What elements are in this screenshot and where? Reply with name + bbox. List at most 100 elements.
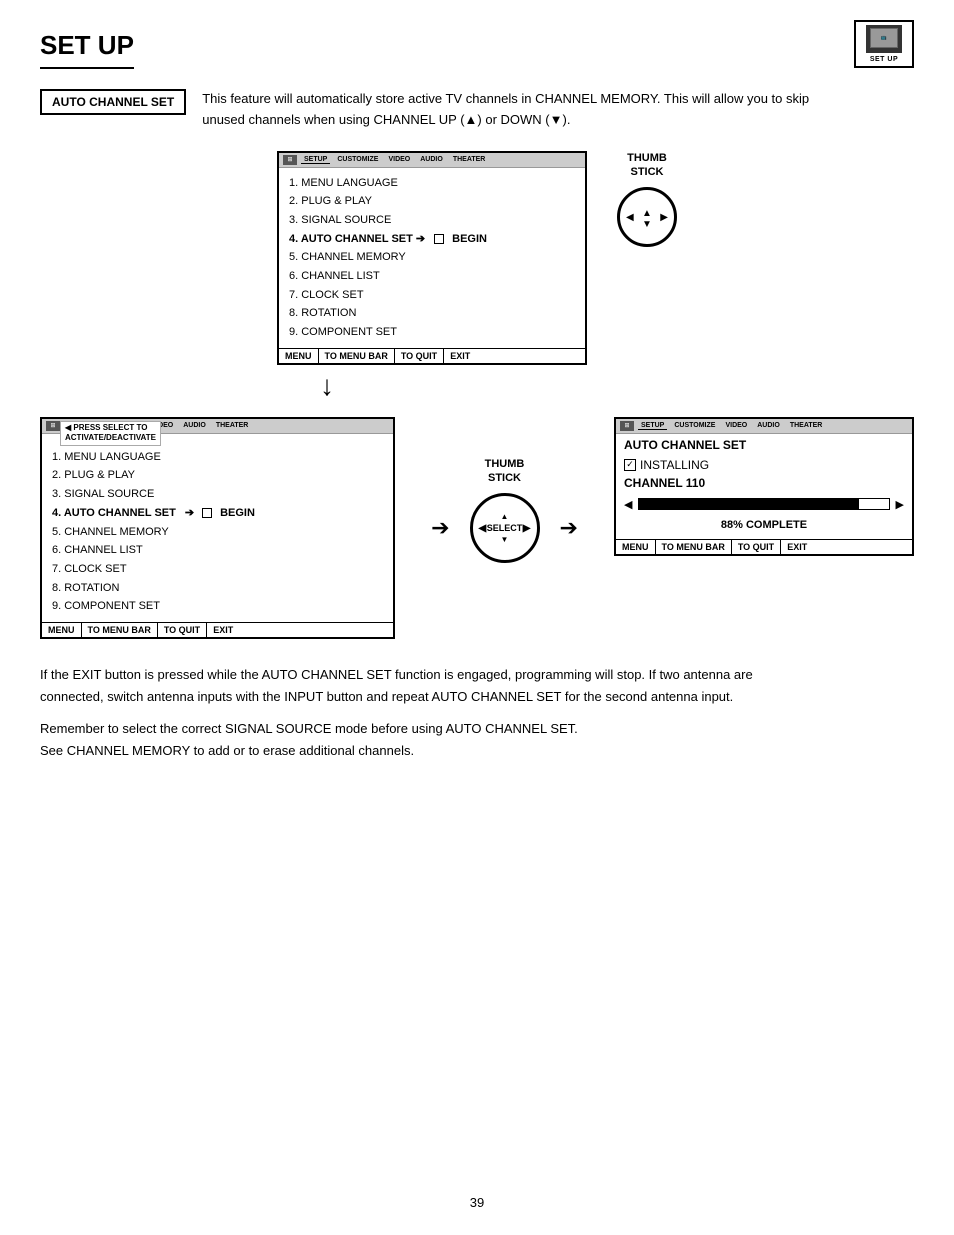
bottom-line4: Remember to select the correct SIGNAL SO… (40, 721, 578, 736)
begin-checkbox (434, 234, 444, 244)
right-tv-footer: MENU TO MENU BAR TO QUIT EXIT (616, 539, 912, 554)
down-arrow: ↓ (320, 370, 334, 402)
channel-number: CHANNEL 110 (616, 476, 912, 494)
complete-text: 88% COMPLETE (616, 515, 912, 539)
top-diagram: ⊞ SETUP CUSTOMIZE VIDEO AUDIO THEATER 1.… (40, 151, 914, 365)
press-select-text: PRESS SELECT TOACTIVATE/DEACTIVATE (65, 423, 156, 442)
select-circle[interactable]: ▲ SELECT ▼ (470, 493, 540, 563)
progress-bar-fill (639, 499, 858, 509)
bottom-text-p2: Remember to select the correct SIGNAL SO… (40, 718, 914, 762)
right-installing-screen: ⊞ SETUP CUSTOMIZE VIDEO AUDIO THEATER AU… (614, 417, 914, 556)
installing-text: INSTALLING (640, 458, 709, 472)
bottom-line2: connected, switch antenna inputs with th… (40, 689, 733, 704)
bl-footer-menu: MENU (42, 623, 82, 637)
menu-item-3: 3. SIGNAL SOURCE (289, 211, 575, 230)
menu-item-7: 7. CLOCK SET (289, 286, 575, 305)
bl-menu-item-9: 9. COMPONENT SET (52, 597, 383, 616)
bl-begin-checkbox (202, 508, 212, 518)
desc-line1: This feature will automatically store ac… (202, 91, 809, 106)
tab-audio: AUDIO (417, 156, 446, 163)
top-tv-screen: ⊞ SETUP CUSTOMIZE VIDEO AUDIO THEATER 1.… (277, 151, 587, 365)
r-tab-theater: THEATER (787, 422, 826, 429)
menu-item-8: 8. ROTATION (289, 304, 575, 323)
bl-menu-item-6: 6. CHANNEL LIST (52, 541, 383, 560)
r-footer-to-menu-bar: TO MENU BAR (656, 540, 732, 554)
bl-menu-item-5: 5. CHANNEL MEMORY (52, 523, 383, 542)
bottom-line1: If the EXIT button is pressed while the … (40, 667, 753, 682)
progress-bar-row: ◀ ▶ (616, 494, 912, 515)
top-tv-header: ⊞ SETUP CUSTOMIZE VIDEO AUDIO THEATER (279, 153, 585, 168)
menu-item-2: 2. PLUG & PLAY (289, 192, 575, 211)
tab-setup: SETUP (301, 156, 330, 164)
bl-menu-item-1: 1. MENU LANGUAGE (52, 448, 383, 467)
select-arrows-row: ➔ ▲ SELECT ▼ ➔ (431, 493, 578, 563)
left-arrow: ➔ (431, 515, 449, 541)
tv-shape: 📺 (866, 25, 902, 53)
arrow-down-section: ↓ (0, 365, 914, 407)
tab-theater: THEATER (450, 156, 489, 163)
setup-icon-label: SET UP (870, 56, 898, 63)
page-title: SET UP (40, 30, 134, 69)
check-icon: ✓ (624, 459, 636, 471)
intro-section: AUTO CHANNEL SET This feature will autom… (40, 89, 914, 131)
auto-channel-set-label: AUTO CHANNEL SET (40, 89, 186, 115)
progress-right-arrow: ▶ (896, 498, 904, 511)
bottom-left-section: ◀ PRESS SELECT TOACTIVATE/DEACTIVATE ⊞ S… (40, 417, 395, 639)
bl-begin-label: BEGIN (220, 504, 255, 523)
footer-to-quit: TO QUIT (395, 349, 444, 363)
r-tab-setup: SETUP (638, 422, 667, 430)
tv-icon-symbol-left: ⊞ (46, 421, 60, 431)
begin-label: BEGIN (452, 230, 487, 249)
menu-item-9: 9. COMPONENT SET (289, 323, 575, 342)
menu-item-1: 1. MENU LANGUAGE (289, 174, 575, 193)
bottom-text-p1: If the EXIT button is pressed while the … (40, 664, 914, 708)
footer-menu: MENU (279, 349, 319, 363)
footer-to-menu-bar: TO MENU BAR (319, 349, 395, 363)
bl-menu-item-7: 7. CLOCK SET (52, 560, 383, 579)
installing-status-row: ✓ INSTALLING (616, 454, 912, 476)
bl-menu-item-8: 8. ROTATION (52, 579, 383, 598)
menu-item-6: 6. CHANNEL LIST (289, 267, 575, 286)
tab-customize: CUSTOMIZE (334, 156, 381, 163)
right-tv-header: ⊞ SETUP CUSTOMIZE VIDEO AUDIO THEATER (616, 419, 912, 434)
bottom-diagram: ◀ PRESS SELECT TOACTIVATE/DEACTIVATE ⊞ S… (40, 417, 914, 639)
bottom-thumb-stick-label: THUMBSTICK (485, 457, 525, 486)
r-tab-customize: CUSTOMIZE (671, 422, 718, 429)
bottom-text-section: If the EXIT button is pressed while the … (40, 664, 914, 762)
bl-menu-item-2: 2. PLUG & PLAY (52, 466, 383, 485)
top-thumb-stick[interactable] (617, 187, 677, 247)
bl-tab-audio: AUDIO (180, 422, 209, 429)
right-arrow: ➔ (560, 515, 578, 541)
page-number: 39 (0, 1195, 954, 1210)
bl-footer-exit: EXIT (207, 623, 239, 637)
bl-footer-to-quit: TO QUIT (158, 623, 207, 637)
footer-exit: EXIT (444, 349, 476, 363)
thumb-stick-inner (642, 204, 652, 230)
r-footer-exit: EXIT (781, 540, 813, 554)
r-footer-to-quit: TO QUIT (732, 540, 781, 554)
tv-icon-symbol-right: ⊞ (620, 421, 634, 431)
menu-item-4: 4. AUTO CHANNEL SET ➔ BEGIN (289, 230, 575, 249)
bottom-left-tv-footer: MENU TO MENU BAR TO QUIT EXIT (42, 622, 393, 637)
bl-menu-item-4: 4. AUTO CHANNEL SET ➔ BEGIN (52, 504, 383, 523)
top-tv-footer: MENU TO MENU BAR TO QUIT EXIT (279, 348, 585, 363)
bl-tab-theater: THEATER (213, 422, 252, 429)
top-menu-content: 1. MENU LANGUAGE 2. PLUG & PLAY 3. SIGNA… (279, 168, 585, 348)
bottom-left-menu-content: 1. MENU LANGUAGE 2. PLUG & PLAY 3. SIGNA… (42, 434, 393, 622)
thumb-up (642, 204, 652, 219)
select-inner: ▲ SELECT ▼ (487, 512, 523, 544)
tab-video: VIDEO (385, 156, 413, 163)
select-text: SELECT (487, 523, 523, 533)
top-thumb-stick-label: THUMBSTICK (627, 151, 667, 180)
progress-left-arrow: ◀ (624, 498, 632, 511)
bottom-line5: See CHANNEL MEMORY to add or to erase ad… (40, 743, 414, 758)
bottom-left-tv-screen: ◀ PRESS SELECT TOACTIVATE/DEACTIVATE ⊞ S… (40, 417, 395, 639)
setup-top-icon: 📺 SET UP (854, 20, 914, 68)
description-text: This feature will automatically store ac… (202, 89, 914, 131)
begin-box: BEGIN (434, 230, 487, 249)
auto-channel-set-title: AUTO CHANNEL SET (616, 434, 912, 454)
top-thumb-stick-container: THUMBSTICK (617, 151, 677, 365)
bl-begin-box: ➔ BEGIN (185, 504, 255, 523)
r-tab-audio: AUDIO (754, 422, 783, 429)
up-arrow-inner: ▲ (501, 512, 509, 521)
